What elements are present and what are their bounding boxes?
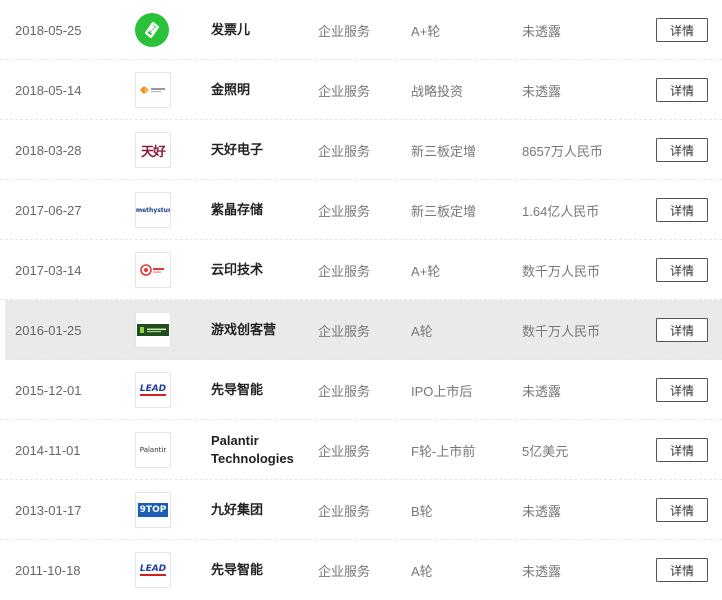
funding-round: 新三板定增: [411, 203, 477, 219]
industry: 企业服务: [318, 263, 371, 279]
funding-amount: 1.64亿人民币: [522, 203, 600, 219]
youxichuangkeying-logo[interactable]: [135, 312, 171, 348]
event-date: 2013-01-17: [15, 502, 82, 518]
funding-amount: 未透露: [522, 83, 562, 99]
event-date: 2017-03-14: [15, 262, 82, 278]
event-date: 2018-03-28: [15, 142, 82, 158]
company-name[interactable]: Palantir Technologies: [211, 420, 306, 480]
funding-round: 新三板定增: [411, 143, 477, 159]
lead-logo-text: LEAD: [139, 564, 167, 576]
company-name[interactable]: 金照明: [211, 60, 311, 120]
9top-logo[interactable]: 9TOP: [135, 492, 171, 528]
funding-round: IPO上市后: [411, 383, 473, 399]
event-date: 2018-05-25: [15, 22, 82, 38]
table-row: 2014-11-01 Palantir Palantir Technologie…: [0, 420, 722, 480]
funding-amount: 数千万人民币: [522, 323, 601, 339]
industry: 企业服务: [318, 143, 371, 159]
table-row: 2017-03-14 云印技术 企业服务 A+轮 数千万人民币 详情: [0, 240, 722, 300]
tianhao-logo-text: 天好: [140, 144, 166, 160]
industry: 企业服务: [318, 83, 371, 99]
funding-amount: 未透露: [522, 383, 562, 399]
company-name[interactable]: 紫晶存储: [211, 180, 311, 240]
company-name[interactable]: 先导智能: [211, 360, 311, 420]
amethystum-logo[interactable]: amethystum: [135, 192, 171, 228]
industry: 企业服务: [318, 503, 371, 519]
funding-amount: 5亿美元: [522, 443, 569, 459]
detail-button[interactable]: 详情: [656, 78, 708, 102]
industry: 企业服务: [318, 23, 371, 39]
funding-round: A轮: [411, 323, 433, 339]
event-date: 2011-10-18: [15, 562, 81, 578]
detail-button[interactable]: 详情: [656, 18, 708, 42]
funding-round: B轮: [411, 503, 433, 519]
company-logo-cell[interactable]: 天好: [135, 120, 171, 180]
detail-button[interactable]: 详情: [656, 318, 708, 342]
event-date: 2016-01-25: [15, 322, 82, 338]
table-row: 2011-10-18 LEAD 先导智能 企业服务 A轮 未透露 详情: [0, 540, 722, 600]
funding-round: A轮: [411, 563, 433, 579]
table-row: 2016-01-25 游戏创客营 企业服务 A轮 数千万人民币 详情: [5, 300, 722, 360]
company-logo-cell[interactable]: Palantir: [135, 420, 171, 480]
palantir-logo-text: Palantir: [139, 446, 167, 454]
company-name[interactable]: 云印技术: [211, 240, 311, 300]
company-logo-cell[interactable]: [135, 300, 171, 360]
industry: 企业服务: [318, 563, 371, 579]
detail-button[interactable]: 详情: [656, 258, 708, 282]
event-date: 2015-12-01: [15, 382, 82, 398]
table-row: 2017-06-27 amethystum 紫晶存储 企业服务 新三板定增 1.…: [0, 180, 722, 240]
company-name[interactable]: 游戏创客营: [211, 300, 311, 360]
funding-amount: 8657万人民币: [522, 143, 603, 159]
detail-button[interactable]: 详情: [656, 438, 708, 462]
yunyin-logo[interactable]: [135, 252, 171, 288]
table-row: 2018-05-14 金照明 企业服务 战略投资 未透露 详情: [0, 60, 722, 120]
industry: 企业服务: [318, 203, 371, 219]
fapiaoer-logo[interactable]: [135, 13, 169, 47]
company-logo-cell[interactable]: LEAD: [135, 360, 171, 420]
detail-button[interactable]: 详情: [656, 378, 708, 402]
company-name[interactable]: 发票儿: [211, 0, 311, 60]
tianhao-logo[interactable]: 天好: [135, 132, 171, 168]
9top-logo-text: 9TOP: [137, 503, 169, 517]
detail-button[interactable]: 详情: [656, 198, 708, 222]
amethystum-logo-text: amethystum: [135, 206, 170, 214]
industry: 企业服务: [318, 443, 371, 459]
table-row: 2018-03-28 天好 天好电子 企业服务 新三板定增 8657万人民币 详…: [0, 120, 722, 180]
company-name[interactable]: 九好集团: [211, 480, 311, 540]
company-logo-cell[interactable]: [135, 240, 171, 300]
event-date: 2014-11-01: [15, 442, 81, 458]
lead-logo[interactable]: LEAD: [135, 372, 171, 408]
event-date: 2017-06-27: [15, 202, 82, 218]
company-logo-cell[interactable]: [135, 0, 171, 60]
industry: 企业服务: [318, 383, 371, 399]
funding-round: F轮-上市前: [411, 443, 476, 459]
company-logo-cell[interactable]: LEAD: [135, 540, 171, 600]
company-logo-cell[interactable]: amethystum: [135, 180, 171, 240]
funding-round: A+轮: [411, 263, 441, 279]
detail-button[interactable]: 详情: [656, 138, 708, 162]
funding-round: 战略投资: [411, 83, 464, 99]
lead-logo-text: LEAD: [139, 384, 167, 396]
table-row: 2013-01-17 9TOP 九好集团 企业服务 B轮 未透露 详情: [0, 480, 722, 540]
lead-logo[interactable]: LEAD: [135, 552, 171, 588]
jinzhaoming-logo[interactable]: [135, 72, 171, 108]
funding-amount: 未透露: [522, 23, 562, 39]
funding-round: A+轮: [411, 23, 441, 39]
funding-amount: 数千万人民币: [522, 263, 601, 279]
investment-events-table: 2018-05-25 发票儿 企业服务 A+轮 未透露 详情 2018-05-1…: [0, 0, 722, 600]
funding-amount: 未透露: [522, 563, 562, 579]
funding-amount: 未透露: [522, 503, 562, 519]
detail-button[interactable]: 详情: [656, 558, 708, 582]
detail-button[interactable]: 详情: [656, 498, 708, 522]
company-logo-cell[interactable]: 9TOP: [135, 480, 171, 540]
event-date: 2018-05-14: [15, 82, 82, 98]
table-row: 2018-05-25 发票儿 企业服务 A+轮 未透露 详情: [0, 0, 722, 60]
industry: 企业服务: [318, 323, 371, 339]
table-row: 2015-12-01 LEAD 先导智能 企业服务 IPO上市后 未透露 详情: [0, 360, 722, 420]
company-name[interactable]: 天好电子: [211, 120, 311, 180]
palantir-logo[interactable]: Palantir: [135, 432, 171, 468]
company-logo-cell[interactable]: [135, 60, 171, 120]
company-name[interactable]: 先导智能: [211, 540, 311, 600]
